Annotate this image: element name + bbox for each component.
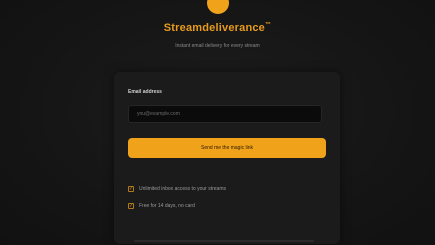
footer-divider [134, 240, 314, 242]
email-field-label: Email address [128, 89, 162, 95]
signin-card: Email address Send me the magic link ✓ U… [114, 72, 340, 244]
brand-name: Streamdeliverance [163, 22, 266, 34]
feature-text: Unlimited inbox access to your streams [139, 186, 226, 192]
feature-item: ✓ Unlimited inbox access to your streams [128, 186, 226, 192]
send-magic-link-button[interactable]: Send me the magic link [128, 138, 326, 158]
brand-tagline: Instant email delivery for every stream [175, 43, 260, 49]
brand-logo-icon [207, 0, 229, 14]
feature-item: ✓ Free for 14 days, no card [128, 203, 195, 209]
check-icon: ✓ [128, 186, 134, 192]
check-icon: ✓ [128, 203, 134, 209]
brand-title: Streamdeliverance™ [0, 22, 435, 34]
feature-text: Free for 14 days, no card [139, 203, 195, 209]
email-input[interactable] [128, 105, 322, 123]
login-page: Streamdeliverance™ Instant email deliver… [0, 0, 435, 245]
trademark-symbol: ™ [265, 22, 272, 28]
